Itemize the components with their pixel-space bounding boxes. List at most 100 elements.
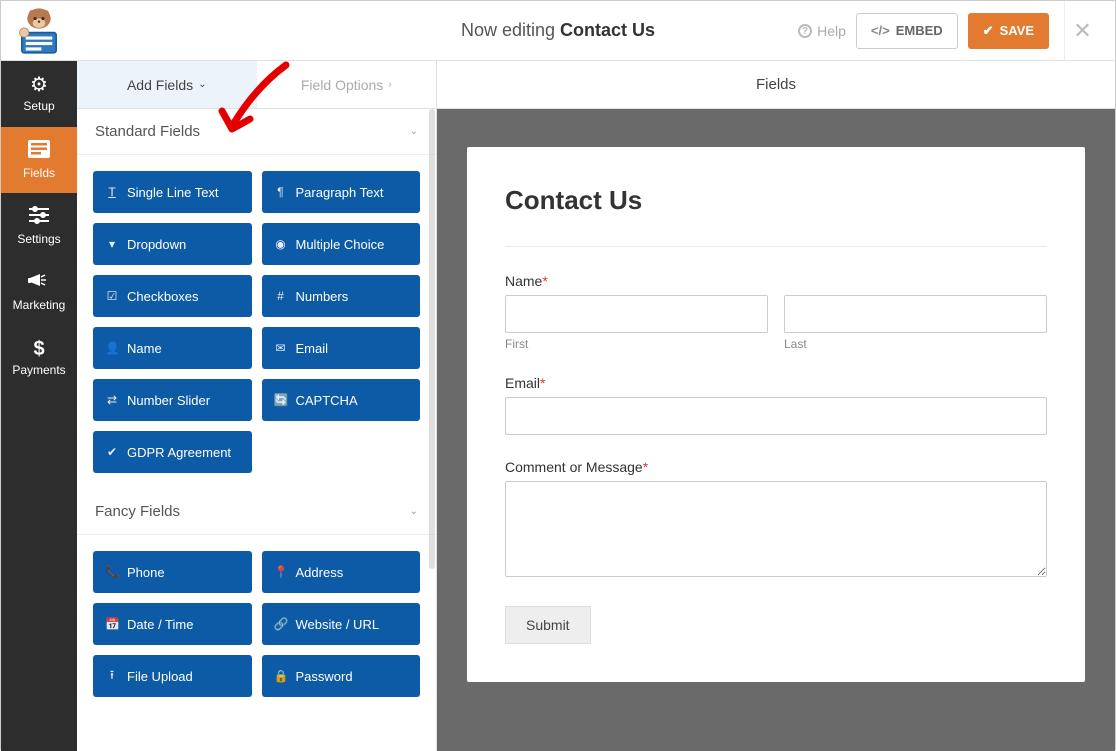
field-address[interactable]: 📍Address bbox=[262, 551, 421, 593]
preview-pane: Fields Contact Us Name* First Last bbox=[437, 61, 1115, 751]
last-sublabel: Last bbox=[784, 337, 1047, 351]
chevron-right-icon: › bbox=[388, 79, 391, 90]
main-area: ⚙ Setup Fields Settings Marketing $ Paym… bbox=[1, 61, 1115, 751]
field-phone[interactable]: 📞Phone bbox=[93, 551, 252, 593]
field-row-email[interactable]: Email* bbox=[505, 375, 1047, 435]
dollar-icon: $ bbox=[33, 339, 44, 359]
editing-prefix: Now editing bbox=[461, 20, 560, 40]
field-website[interactable]: 🔗Website / URL bbox=[262, 603, 421, 645]
field-multiple-choice[interactable]: ◉Multiple Choice bbox=[262, 223, 421, 265]
field-numbers[interactable]: #Numbers bbox=[262, 275, 421, 317]
panel-scrollbar[interactable] bbox=[429, 109, 435, 569]
field-dropdown[interactable]: ▾Dropdown bbox=[93, 223, 252, 265]
chevron-down-icon: ⌄ bbox=[410, 126, 418, 137]
sidebar-label-marketing: Marketing bbox=[13, 298, 66, 312]
message-textarea[interactable] bbox=[505, 481, 1047, 577]
preview-header-label: Fields bbox=[756, 76, 796, 93]
form-preview-card[interactable]: Contact Us Name* First Last bbox=[467, 147, 1085, 682]
embed-button[interactable]: </> EMBED bbox=[856, 13, 958, 49]
calendar-icon: 📅 bbox=[105, 617, 119, 631]
sidebar-item-fields[interactable]: Fields bbox=[1, 127, 77, 193]
link-icon: 🔗 bbox=[274, 617, 288, 631]
sidebar-label-settings: Settings bbox=[17, 232, 60, 246]
field-row-name[interactable]: Name* First Last bbox=[505, 273, 1047, 351]
phone-icon: 📞 bbox=[105, 565, 119, 579]
section-standard-title: Standard Fields bbox=[95, 123, 200, 140]
checkbox-icon: ☑ bbox=[105, 289, 119, 303]
submit-button[interactable]: Submit bbox=[505, 606, 591, 644]
field-date-time[interactable]: 📅Date / Time bbox=[93, 603, 252, 645]
envelope-icon: ✉ bbox=[274, 341, 288, 355]
help-link[interactable]: ? Help bbox=[798, 23, 846, 39]
form-title: Contact Us bbox=[505, 185, 1047, 216]
form-divider bbox=[505, 246, 1047, 247]
upload-icon: ⭱ bbox=[105, 666, 119, 687]
tab-options-label: Field Options bbox=[301, 77, 383, 93]
sidebar-label-setup: Setup bbox=[23, 99, 54, 113]
panel-tabs: Add Fields ⌄ Field Options › bbox=[77, 61, 436, 109]
tab-add-label: Add Fields bbox=[127, 77, 193, 93]
sidebar-item-settings[interactable]: Settings bbox=[1, 193, 77, 259]
field-number-slider[interactable]: ⇄Number Slider bbox=[93, 379, 252, 421]
save-label: SAVE bbox=[1000, 23, 1034, 38]
paragraph-icon: ¶ bbox=[274, 185, 288, 199]
help-icon: ? bbox=[798, 24, 812, 38]
field-email[interactable]: ✉Email bbox=[262, 327, 421, 369]
form-name-title: Contact Us bbox=[560, 20, 655, 40]
last-name-input[interactable] bbox=[784, 295, 1047, 333]
panel-body[interactable]: Standard Fields ⌄ TSingle Line Text ¶Par… bbox=[77, 109, 436, 751]
top-bar: Now editing Contact Us ? Help </> EMBED … bbox=[1, 1, 1115, 61]
field-captcha[interactable]: 🔄CAPTCHA bbox=[262, 379, 421, 421]
preview-canvas[interactable]: Contact Us Name* First Last bbox=[437, 109, 1115, 751]
caret-square-icon: ▾ bbox=[105, 237, 119, 251]
slider-icon: ⇄ bbox=[105, 393, 119, 407]
standard-fields-grid: TSingle Line Text ¶Paragraph Text ▾Dropd… bbox=[77, 155, 436, 489]
app-logo bbox=[1, 1, 77, 61]
field-password[interactable]: 🔒Password bbox=[262, 655, 421, 697]
radio-icon: ◉ bbox=[274, 237, 288, 251]
field-paragraph-text[interactable]: ¶Paragraph Text bbox=[262, 171, 421, 213]
tab-field-options[interactable]: Field Options › bbox=[257, 61, 437, 108]
first-name-input[interactable] bbox=[505, 295, 768, 333]
required-mark: * bbox=[643, 459, 648, 475]
user-icon: 👤 bbox=[105, 341, 119, 355]
fancy-fields-grid: 📞Phone 📍Address 📅Date / Time 🔗Website / … bbox=[77, 535, 436, 713]
gear-icon: ⚙ bbox=[30, 75, 48, 95]
required-mark: * bbox=[542, 273, 547, 289]
section-fancy-fields[interactable]: Fancy Fields ⌄ bbox=[77, 489, 436, 535]
email-input[interactable] bbox=[505, 397, 1047, 435]
required-mark: * bbox=[540, 375, 545, 391]
field-gdpr[interactable]: ✔GDPR Agreement bbox=[93, 431, 252, 473]
hash-icon: # bbox=[274, 289, 288, 303]
sidebar-item-payments[interactable]: $ Payments bbox=[1, 325, 77, 391]
fields-panel: Add Fields ⌄ Field Options › Standard Fi… bbox=[77, 61, 437, 751]
wpforms-logo-icon bbox=[14, 6, 64, 56]
sidebar-label-payments: Payments bbox=[12, 363, 65, 377]
map-pin-icon: 📍 bbox=[274, 565, 288, 579]
embed-icon: </> bbox=[871, 23, 890, 38]
check-icon: ✔ bbox=[983, 23, 994, 39]
sidebar-label-fields: Fields bbox=[23, 166, 55, 180]
field-file-upload[interactable]: ⭱File Upload bbox=[93, 655, 252, 697]
left-sidebar: ⚙ Setup Fields Settings Marketing $ Paym… bbox=[1, 61, 77, 751]
first-sublabel: First bbox=[505, 337, 768, 351]
sliders-icon bbox=[29, 206, 49, 228]
section-fancy-title: Fancy Fields bbox=[95, 503, 180, 520]
name-label: Name* bbox=[505, 273, 1047, 289]
field-single-line-text[interactable]: TSingle Line Text bbox=[93, 171, 252, 213]
sidebar-item-setup[interactable]: ⚙ Setup bbox=[1, 61, 77, 127]
close-button[interactable]: ✕ bbox=[1064, 1, 1100, 61]
check-icon: ✔ bbox=[105, 445, 119, 459]
tab-add-fields[interactable]: Add Fields ⌄ bbox=[77, 61, 257, 108]
chevron-down-icon: ⌄ bbox=[410, 506, 418, 517]
save-button[interactable]: ✔ SAVE bbox=[968, 13, 1049, 49]
section-standard-fields[interactable]: Standard Fields ⌄ bbox=[77, 109, 436, 155]
field-name[interactable]: 👤Name bbox=[93, 327, 252, 369]
field-checkboxes[interactable]: ☑Checkboxes bbox=[93, 275, 252, 317]
preview-header: Fields bbox=[437, 61, 1115, 109]
sidebar-item-marketing[interactable]: Marketing bbox=[1, 259, 77, 325]
message-label: Comment or Message* bbox=[505, 459, 1047, 475]
field-row-message[interactable]: Comment or Message* bbox=[505, 459, 1047, 582]
megaphone-icon bbox=[28, 272, 50, 294]
list-icon bbox=[28, 140, 50, 162]
